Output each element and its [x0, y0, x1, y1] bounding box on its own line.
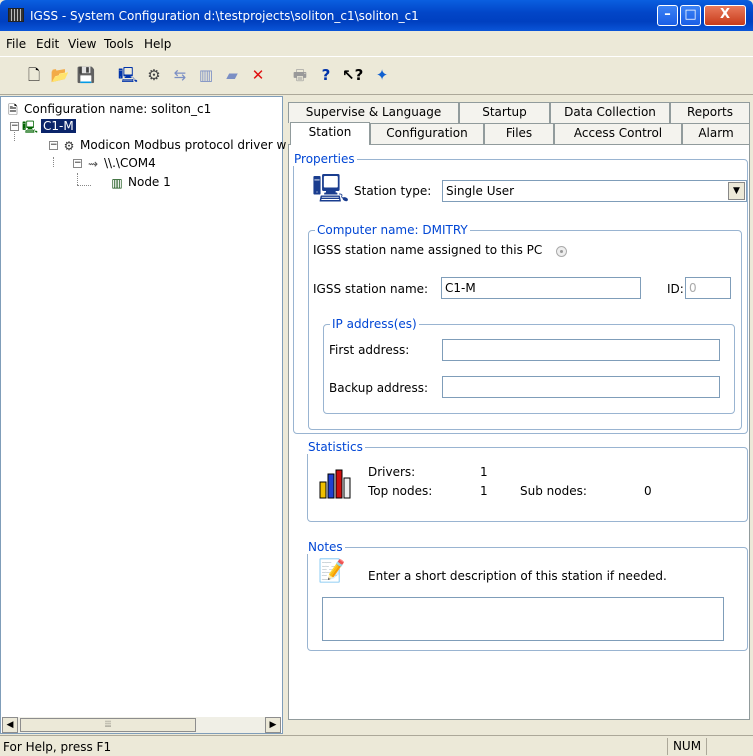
drivers-label: Drivers:	[368, 465, 416, 479]
tree-station[interactable]: − 🖳 C1-M	[10, 118, 76, 134]
new-driver-icon[interactable]: ⚙	[144, 65, 164, 85]
id-label: ID:	[667, 282, 684, 296]
menu-view[interactable]: View	[68, 37, 96, 51]
chevron-down-icon[interactable]: ▼	[728, 182, 745, 200]
station-name-label: IGSS station name:	[313, 282, 429, 296]
sub-nodes-label: Sub nodes:	[520, 484, 587, 498]
tree-horizontal-scrollbar[interactable]: ◀ ⦙⦙⦙ ▶	[2, 717, 281, 733]
computer-name-group: Computer name: DMITRY IGSS station name …	[308, 223, 742, 430]
document-icon: 🗎	[8, 102, 18, 117]
properties-pane: Supervise & Language Startup Data Collec…	[288, 96, 753, 734]
wizard-icon[interactable]: ✦	[372, 65, 392, 85]
notepad-icon: 📝	[318, 559, 346, 584]
station-type-label: Station type:	[354, 184, 432, 198]
driver-gear-icon: ⚙	[63, 138, 75, 153]
scroll-right-icon[interactable]: ▶	[265, 717, 281, 733]
notes-textarea[interactable]	[322, 597, 724, 641]
title-bar: IGSS - System Configuration d:\testproje…	[0, 0, 753, 31]
context-help-icon[interactable]: ↖?	[342, 65, 363, 85]
num-lock-indicator: NUM	[667, 738, 707, 755]
top-nodes-label: Top nodes:	[368, 484, 433, 498]
notes-group: Notes 📝 Enter a short description of thi…	[306, 540, 748, 651]
serial-port-icon: ⇝	[87, 156, 99, 171]
window-title: IGSS - System Configuration d:\testproje…	[30, 9, 419, 23]
node-rack-icon: ▥	[111, 175, 123, 190]
tree-node[interactable]: ▥ Node 1	[109, 174, 170, 190]
properties-group-title: Properties	[292, 152, 357, 166]
ip-addresses-group: IP address(es) First address: Backup add…	[323, 317, 735, 414]
tab-supervise-language[interactable]: Supervise & Language	[288, 102, 459, 123]
tree-port[interactable]: − ⇝ \\.\COM4	[73, 155, 156, 171]
station-tab-panel: Properties 🖳 Station type: Single User ▼…	[288, 144, 750, 720]
sub-nodes-count: 0	[644, 484, 652, 498]
first-address-input[interactable]	[442, 339, 720, 361]
menu-file[interactable]: File	[6, 37, 26, 51]
tab-station[interactable]: Station	[290, 122, 370, 145]
new-node-icon[interactable]: ▥	[196, 65, 216, 85]
station-type-select[interactable]: Single User ▼	[442, 180, 747, 202]
menu-bar: File Edit View Tools Help	[0, 31, 753, 57]
menu-help[interactable]: Help	[144, 37, 171, 51]
assigned-station-label: IGSS station name assigned to this PC	[313, 243, 543, 257]
about-icon[interactable]: ?	[316, 65, 336, 85]
backup-address-label: Backup address:	[329, 381, 428, 395]
minimize-button[interactable]: –	[657, 5, 678, 26]
close-button[interactable]: X	[704, 5, 746, 26]
tab-startup[interactable]: Startup	[459, 102, 550, 123]
new-folder-icon[interactable]: ▰	[222, 65, 242, 85]
igss-app-icon[interactable]	[8, 8, 24, 22]
new-port-icon[interactable]: ⇆	[170, 65, 190, 85]
tree-config-name[interactable]: 🗎 Configuration name: soliton_c1	[5, 101, 211, 117]
scroll-left-icon[interactable]: ◀	[2, 717, 18, 733]
tab-reports[interactable]: Reports	[670, 102, 750, 123]
collapse-icon[interactable]: −	[49, 141, 58, 150]
configuration-tree[interactable]: 🗎 Configuration name: soliton_c1 − 🖳 C1-M −…	[0, 96, 286, 734]
maximize-button[interactable]: □	[680, 5, 701, 26]
status-bar: For Help, press F1 NUM	[0, 735, 753, 756]
open-folder-icon[interactable]: 📂	[50, 65, 70, 85]
tab-files[interactable]: Files	[484, 123, 554, 144]
scroll-thumb[interactable]: ⦙⦙⦙	[20, 718, 196, 732]
station-name-input[interactable]: C1-M	[441, 277, 641, 299]
print-icon[interactable]: 🖶	[290, 65, 310, 85]
tab-data-collection[interactable]: Data Collection	[550, 102, 670, 123]
first-address-label: First address:	[329, 343, 410, 357]
new-station-icon[interactable]: 🖳	[118, 65, 138, 85]
menu-edit[interactable]: Edit	[36, 37, 59, 51]
tab-alarm[interactable]: Alarm	[682, 123, 750, 144]
collapse-icon[interactable]: −	[73, 159, 82, 168]
backup-address-input[interactable]	[442, 376, 720, 398]
notes-group-title: Notes	[306, 540, 345, 554]
menu-tools[interactable]: Tools	[104, 37, 134, 51]
tab-access-control[interactable]: Access Control	[554, 123, 682, 144]
notes-hint: Enter a short description of this statio…	[368, 569, 667, 583]
assigned-station-radio[interactable]	[556, 246, 567, 257]
save-icon[interactable]: 💾	[76, 65, 96, 85]
statistics-group: Statistics Drivers: 1 Top nodes: 1 Sub n…	[306, 440, 748, 522]
ip-addresses-group-title: IP address(es)	[330, 317, 419, 331]
status-help-text: For Help, press F1	[3, 740, 112, 754]
bar-chart-icon	[319, 469, 351, 499]
tree-driver[interactable]: − ⚙ Modicon Modbus protocol driver w	[49, 137, 286, 153]
station-computer-icon: 🖳	[22, 119, 39, 134]
statistics-group-title: Statistics	[306, 440, 365, 454]
top-nodes-count: 1	[480, 484, 488, 498]
station-computer-icon: 🖳	[312, 172, 350, 205]
id-input[interactable]: 0	[685, 277, 731, 299]
new-file-icon[interactable]: 🗋	[24, 65, 44, 85]
drivers-count: 1	[480, 465, 488, 479]
computer-name-group-title: Computer name: DMITRY	[315, 223, 470, 237]
delete-icon[interactable]: ✕	[248, 65, 268, 85]
tab-configuration[interactable]: Configuration	[370, 123, 484, 144]
toolbar: 🗋 📂 💾 🖳 ⚙ ⇆ ▥ ▰ ✕ 🖶 ? ↖? ✦	[0, 57, 753, 95]
collapse-icon[interactable]: −	[10, 122, 19, 131]
properties-group: Properties 🖳 Station type: Single User ▼…	[292, 152, 748, 434]
